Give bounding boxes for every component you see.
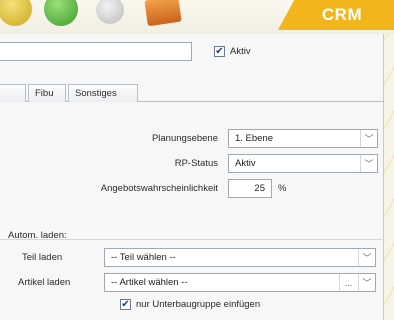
angebotswahrscheinlichkeit-label: Angebotswahrscheinlichkeit: [100, 183, 218, 194]
toolbar-yellow-icon[interactable]: [0, 0, 32, 26]
percent-unit: %: [278, 183, 287, 194]
planungsebene-value: 1. Ebene: [235, 133, 274, 144]
teil-laden-select[interactable]: -- Teil wählen -- ﹀: [104, 248, 376, 267]
toolbar-orange-icon[interactable]: [144, 0, 182, 27]
chevron-down-icon[interactable]: ﹀: [358, 249, 375, 266]
check-icon: ✔: [121, 299, 130, 310]
artikel-laden-value: -- Artikel wählen --: [111, 277, 188, 288]
nur-unterbaugruppe-label: nur Unterbaugruppe einfügen: [136, 299, 261, 310]
crm-badge: CRM: [278, 0, 394, 30]
tab-fibu[interactable]: Fibu: [28, 84, 66, 102]
tab-bar: Fibu Sonstiges: [0, 82, 384, 102]
planungsebene-select[interactable]: 1. Ebene ﹀: [228, 129, 378, 148]
rp-status-select[interactable]: Aktiv ﹀: [228, 154, 378, 173]
toolbar-grey-icon[interactable]: [96, 0, 124, 24]
section-divider: [0, 239, 384, 240]
artikel-laden-label: Artikel laden: [18, 277, 71, 288]
chevron-down-icon[interactable]: ﹀: [360, 155, 377, 172]
screen: CRM ✔ Aktiv Fibu Sonstiges Planungsebene…: [0, 0, 394, 320]
rp-status-value: Aktiv: [235, 158, 256, 169]
browse-button[interactable]: ...: [339, 274, 357, 291]
angebotswahrscheinlichkeit-input[interactable]: 25: [228, 179, 272, 198]
toolbar-green-icon[interactable]: [44, 0, 78, 26]
teil-laden-value: -- Teil wählen --: [111, 252, 176, 263]
aktiv-label: Aktiv: [230, 46, 251, 57]
chevron-down-icon[interactable]: ﹀: [358, 274, 375, 291]
name-field[interactable]: [0, 42, 192, 61]
crm-form-panel: ✔ Aktiv Fibu Sonstiges Planungsebene 1. …: [0, 34, 384, 320]
tab-sonstiges[interactable]: Sonstiges: [68, 84, 138, 102]
aktiv-checkbox[interactable]: ✔: [214, 46, 225, 57]
planungsebene-label: Planungsebene: [151, 133, 218, 144]
tab-previous[interactable]: [0, 84, 26, 102]
teil-laden-label: Teil laden: [22, 252, 63, 263]
nur-unterbaugruppe-checkbox[interactable]: ✔: [120, 299, 131, 310]
rp-status-label: RP-Status: [174, 158, 218, 169]
check-icon: ✔: [215, 46, 224, 57]
chevron-down-icon[interactable]: ﹀: [360, 130, 377, 147]
artikel-laden-select[interactable]: -- Artikel wählen -- ... ﹀: [104, 273, 376, 292]
